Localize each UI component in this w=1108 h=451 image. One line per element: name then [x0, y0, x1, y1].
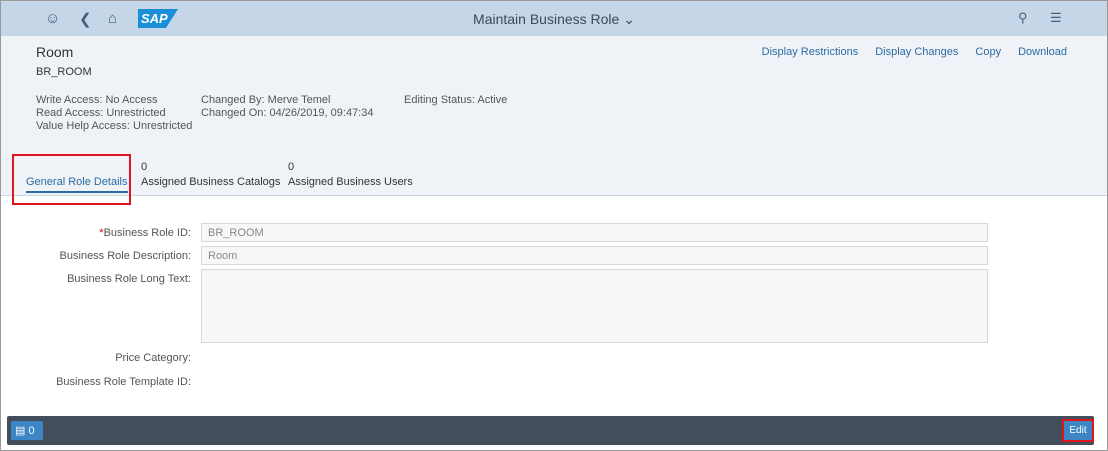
business-role-description-field[interactable]: Room [201, 246, 988, 265]
business-role-template-label: Business Role Template ID: [56, 376, 191, 388]
search-icon[interactable]: ⚲ [1018, 10, 1028, 26]
business-role-long-text-field[interactable] [201, 269, 988, 343]
write-access: Write Access: No Access [36, 94, 158, 106]
changed-by: Changed By: Merve Temel [201, 94, 331, 106]
message-icon: ▤ [15, 425, 26, 437]
download-link[interactable]: Download [1018, 46, 1067, 58]
app-title[interactable]: Maintain Business Role ⌄ [1, 11, 1107, 28]
editing-status: Editing Status: Active [404, 94, 508, 106]
display-restrictions-link[interactable]: Display Restrictions [762, 46, 859, 58]
shell-bar: ☺ ❮ ⌂ SAP Maintain Business Role ⌄ ⚲ ☰ [1, 1, 1107, 36]
tab-assigned-business-users[interactable]: 0 Assigned Business Users [288, 161, 413, 188]
footer-toolbar: ▤ 0 Edit [7, 416, 1094, 445]
business-role-id-label: *Business Role ID: [99, 227, 191, 239]
highlight-box [12, 154, 131, 205]
page-title: Room [36, 44, 74, 60]
page-subtitle: BR_ROOM [36, 66, 92, 78]
business-role-long-text-label: Business Role Long Text: [67, 273, 191, 285]
price-category-label: Price Category: [115, 352, 191, 364]
tab-assigned-business-catalogs[interactable]: 0 Assigned Business Catalogs [141, 161, 280, 188]
messages-button[interactable]: ▤ 0 [11, 421, 43, 440]
edit-button[interactable]: Edit [1062, 419, 1094, 442]
display-changes-link[interactable]: Display Changes [875, 46, 958, 58]
copy-link[interactable]: Copy [975, 46, 1001, 58]
object-header: Room BR_ROOM Display Restrictions Displa… [1, 36, 1107, 205]
business-role-id-field[interactable]: BR_ROOM [201, 223, 988, 242]
changed-on: Changed On: 04/26/2019, 09:47:34 [201, 107, 374, 119]
value-help-access: Value Help Access: Unrestricted [36, 120, 193, 132]
business-role-description-label: Business Role Description: [59, 250, 191, 262]
chevron-down-icon: ⌄ [623, 11, 635, 27]
read-access: Read Access: Unrestricted [36, 107, 166, 119]
menu-icon[interactable]: ☰ [1050, 10, 1062, 26]
